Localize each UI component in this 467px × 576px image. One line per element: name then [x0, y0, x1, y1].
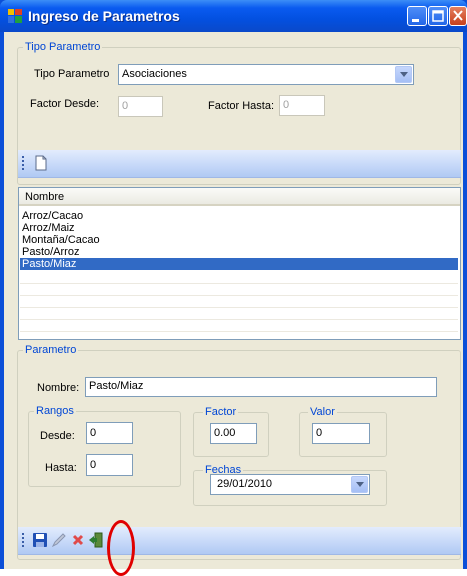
delete-x-icon[interactable]	[70, 532, 86, 548]
new-document-icon[interactable]	[33, 155, 49, 171]
window-title: Ingreso de Parametros	[28, 8, 180, 24]
grid-line	[20, 295, 458, 296]
nombre-label: Nombre:	[37, 382, 80, 394]
minimize-icon	[412, 19, 419, 22]
tipo-parametro-label: Tipo Parametro	[34, 68, 110, 80]
factor-desde-input[interactable]: 0	[118, 96, 163, 117]
tipo-parametro-select[interactable]: Asociaciones	[118, 64, 414, 85]
maximize-button[interactable]	[428, 6, 448, 26]
grid-line	[20, 307, 458, 308]
hasta-label: Hasta:	[45, 462, 77, 474]
title-bar[interactable]: Ingreso de Parametros	[0, 0, 467, 32]
parametros-list[interactable]: Nombre Arroz/Cacao Arroz/Maiz Montaña/Ca…	[18, 187, 461, 340]
calendar-dropdown-icon[interactable]	[351, 476, 368, 493]
close-button[interactable]	[449, 6, 467, 26]
tipo-parametro-value: Asociaciones	[122, 68, 187, 80]
grid-line	[20, 283, 458, 284]
window: Ingreso de Parametros Tipo Parametro Tip…	[0, 0, 467, 569]
exit-door-icon[interactable]	[88, 532, 104, 548]
edit-pencil-icon[interactable]	[51, 532, 67, 548]
list-item[interactable]: Arroz/Cacao	[20, 210, 458, 222]
fechas-value: 29/01/2010	[217, 478, 273, 490]
app-icon	[8, 9, 22, 23]
rangos-legend: Rangos	[34, 405, 76, 418]
list-item[interactable]: Montaña/Cacao	[20, 234, 458, 246]
factor-legend: Factor	[203, 406, 239, 419]
fechas-date-picker[interactable]: 29/01/2010	[210, 474, 370, 495]
bottom-toolstrip	[18, 527, 461, 555]
annotation-circle	[107, 520, 135, 576]
desde-label: Desde:	[40, 430, 75, 442]
desde-input[interactable]: 0	[86, 422, 133, 444]
factor-desde-label: Factor Desde:	[30, 98, 100, 110]
valor-input[interactable]: 0	[312, 423, 370, 444]
grid-line	[20, 331, 458, 332]
toolstrip-grip[interactable]	[22, 533, 24, 547]
list-item[interactable]: Pasto/Arroz	[20, 246, 458, 258]
grid-line	[20, 319, 458, 320]
tipo-parametro-legend: Tipo Parametro	[23, 41, 103, 54]
factor-input[interactable]: 0.00	[210, 423, 257, 444]
hasta-input[interactable]: 0	[86, 454, 133, 476]
maximize-icon	[432, 10, 444, 22]
toolstrip-grip[interactable]	[22, 156, 24, 170]
column-header-nombre[interactable]: Nombre	[19, 188, 460, 206]
close-icon	[453, 10, 463, 21]
client-area: Tipo Parametro Tipo Parametro Asociacion…	[4, 32, 463, 569]
minimize-button[interactable]	[407, 6, 427, 26]
valor-legend: Valor	[308, 406, 337, 419]
parametro-legend: Parametro	[23, 344, 79, 357]
nombre-input[interactable]: Pasto/Miaz	[85, 377, 437, 397]
factor-hasta-label: Factor Hasta:	[208, 100, 275, 112]
save-icon[interactable]	[32, 532, 48, 548]
top-toolstrip	[18, 150, 461, 178]
list-item-selected[interactable]: Pasto/Miaz	[20, 258, 458, 270]
factor-hasta-input[interactable]: 0	[279, 95, 325, 116]
dropdown-arrow-icon[interactable]	[395, 66, 412, 83]
column-header-label: Nombre	[25, 191, 65, 203]
list-item[interactable]: Arroz/Maiz	[20, 222, 458, 234]
